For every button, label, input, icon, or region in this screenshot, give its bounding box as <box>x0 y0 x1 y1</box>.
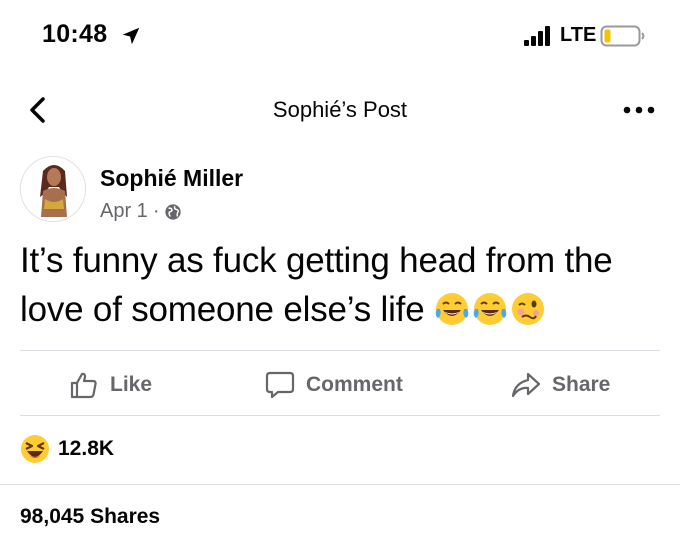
battery-icon <box>600 25 645 47</box>
status-bar: 10:48 LTE <box>0 0 680 70</box>
post-text: It’s funny as fuck getting head from the… <box>20 236 670 334</box>
comment-button[interactable]: Comment <box>264 368 403 402</box>
post-emojis <box>434 291 546 327</box>
reactions-summary[interactable]: 12.8K <box>20 434 114 464</box>
reaction-count: 12.8K <box>58 437 115 460</box>
network-type: LTE <box>560 24 597 46</box>
location-arrow-icon <box>122 27 140 45</box>
actions-bottom-divider <box>20 415 660 416</box>
post-meta: Apr 1 · <box>100 200 182 223</box>
page-title: Sophié’s Post <box>272 97 408 122</box>
share-arrow-icon <box>511 372 541 398</box>
woozy-face-emoji <box>512 293 544 325</box>
status-time: 10:48 <box>42 20 108 48</box>
meta-separator: · <box>152 200 160 222</box>
navigation-header: Sophié’s Post <box>0 85 680 135</box>
avatar-image <box>21 157 85 221</box>
post-date[interactable]: Apr 1 <box>100 200 148 223</box>
signal-icon <box>524 26 550 46</box>
like-label: Like <box>110 373 153 396</box>
tears-of-joy-emoji <box>435 293 469 325</box>
actions-top-divider <box>20 350 660 351</box>
share-label: Share <box>552 373 611 396</box>
like-button[interactable]: Like <box>68 368 152 402</box>
tears-of-joy-emoji <box>473 293 507 325</box>
more-options-icon[interactable] <box>622 105 656 115</box>
author-name[interactable]: Sophié Miller <box>100 165 243 192</box>
globe-icon <box>165 203 182 220</box>
comment-label: Comment <box>306 373 403 396</box>
shares-divider <box>0 484 680 485</box>
shares-count[interactable]: 98,045 Shares <box>20 505 160 529</box>
comment-bubble-icon <box>265 371 295 399</box>
author-avatar[interactable] <box>20 156 86 222</box>
thumbs-up-icon <box>70 372 97 399</box>
laughing-squinting-face-emoji <box>21 435 49 463</box>
share-button[interactable]: Share <box>510 368 610 402</box>
